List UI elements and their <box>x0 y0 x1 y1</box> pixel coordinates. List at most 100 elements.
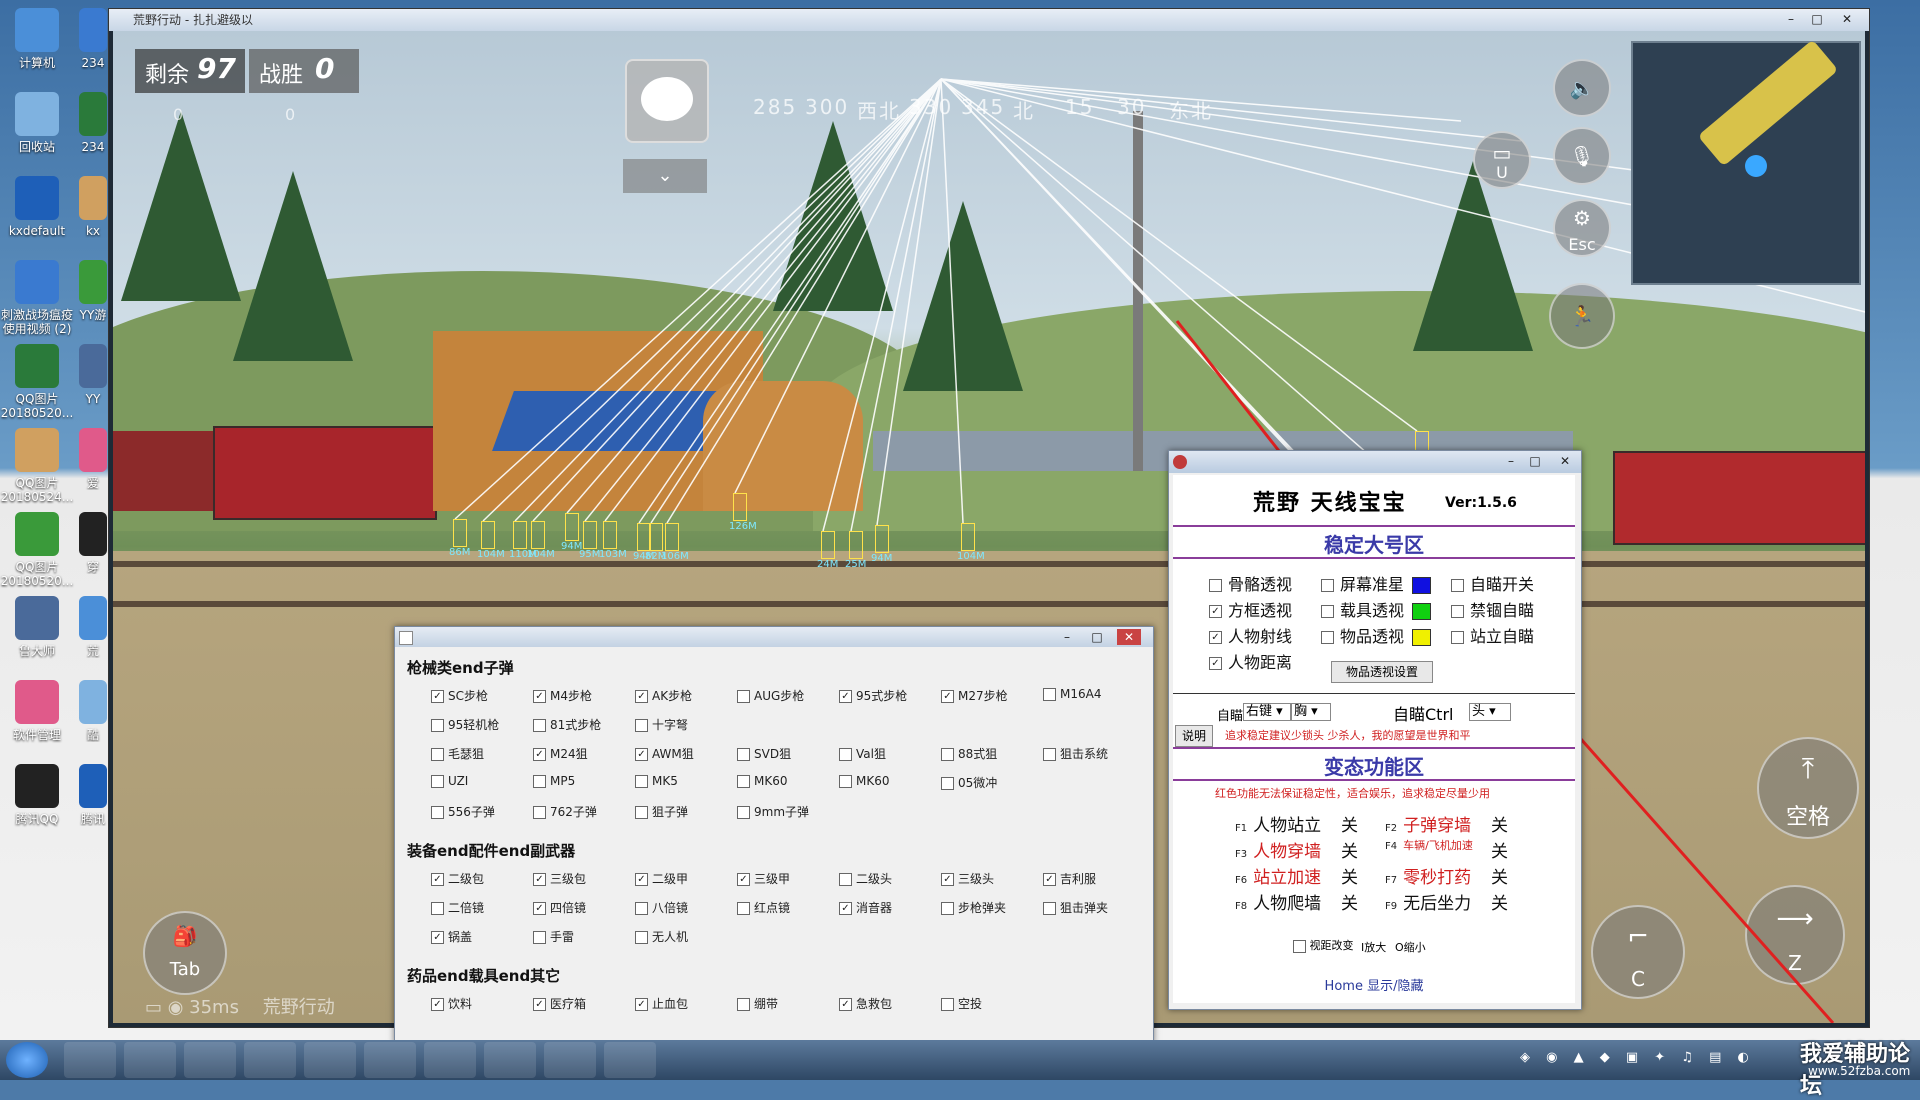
desktop-icon[interactable]: QQ图片20180520... <box>0 512 74 588</box>
item-option[interactable]: 05微冲 <box>941 774 997 791</box>
wilderness-taskbar-icon[interactable] <box>544 1042 596 1078</box>
item-option[interactable]: 步枪弹夹 <box>941 899 1006 916</box>
minimize-button[interactable]: – <box>1055 629 1079 645</box>
checkbox[interactable]: ✓ <box>941 690 954 703</box>
checkbox[interactable]: ✓ <box>839 690 852 703</box>
maximize-button[interactable]: □ <box>1805 11 1829 27</box>
desktop-icon[interactable]: 刺激战场瘟疫使用视频 (2) <box>0 260 74 336</box>
checkbox[interactable]: ✓ <box>1209 605 1222 618</box>
view-change-checkbox[interactable] <box>1293 939 1306 953</box>
checkbox[interactable] <box>635 719 648 732</box>
function-toggle-f8[interactable]: F8 人物爬墙关 <box>1235 889 1385 914</box>
item-option[interactable]: 绷带 <box>737 995 778 1012</box>
desktop-icon[interactable]: QQ图片20180520... <box>0 344 74 420</box>
checkbox[interactable]: ✓ <box>431 998 444 1011</box>
item-option[interactable]: 毛瑟狙 <box>431 745 484 762</box>
maximize-button[interactable]: □ <box>1523 453 1547 469</box>
item-option[interactable]: ✓ 四倍镜 <box>533 899 586 916</box>
item-option[interactable]: ✓ 三级头 <box>941 870 994 887</box>
item-option[interactable]: 十字弩 <box>635 716 688 733</box>
checkbox[interactable]: ✓ <box>431 690 444 703</box>
option-6[interactable]: 禁锢自瞄 <box>1451 597 1534 621</box>
checkbox[interactable]: ✓ <box>533 902 546 915</box>
desktop-icon[interactable]: 计算机 <box>0 8 74 70</box>
function-toggle-f6[interactable]: F6 站立加速关 <box>1235 863 1385 888</box>
checkbox[interactable] <box>1321 579 1334 592</box>
checkbox[interactable] <box>1321 605 1334 618</box>
checkbox[interactable]: ✓ <box>635 873 648 886</box>
checkbox[interactable] <box>839 775 852 788</box>
checkbox[interactable] <box>1043 902 1056 915</box>
checkbox[interactable] <box>533 806 546 819</box>
item-option[interactable]: 81式步枪 <box>533 716 601 733</box>
checkbox[interactable] <box>431 748 444 761</box>
explain-button[interactable]: 说明 <box>1175 725 1213 747</box>
checkbox[interactable] <box>839 748 852 761</box>
item-option[interactable]: ✓ M4步枪 <box>533 687 592 704</box>
item-option[interactable]: ✓ AK步枪 <box>635 687 692 704</box>
option-2[interactable]: 屏幕准星 <box>1321 571 1432 595</box>
option-5[interactable]: 载具透视 <box>1321 597 1432 621</box>
checkbox[interactable]: ✓ <box>839 998 852 1011</box>
item-option[interactable]: ✓ 三级包 <box>533 870 586 887</box>
item-option[interactable]: 狙子弹 <box>635 803 688 820</box>
item-option[interactable]: ✓ SC步枪 <box>431 687 488 704</box>
ie-taskbar-icon[interactable] <box>64 1042 116 1078</box>
checkbox[interactable] <box>941 998 954 1011</box>
minimize-button[interactable]: – <box>1499 453 1523 469</box>
view-change-option[interactable]: 视距改变 <box>1293 937 1354 953</box>
checkbox[interactable]: ✓ <box>941 873 954 886</box>
checkbox[interactable] <box>737 998 750 1011</box>
desktop-icon[interactable]: YY <box>78 344 108 406</box>
item-option[interactable]: ✓ 吉利服 <box>1043 870 1096 887</box>
checkbox[interactable]: ✓ <box>533 873 546 886</box>
desktop-icon[interactable]: 腾讯 <box>78 764 108 826</box>
item-option[interactable]: ✓ 医疗箱 <box>533 995 586 1012</box>
item-option[interactable]: 空投 <box>941 995 982 1012</box>
function-toggle-f4[interactable]: F4 车辆/飞机加速 关 <box>1385 837 1535 862</box>
kugou-taskbar-icon[interactable] <box>124 1042 176 1078</box>
item-option[interactable]: MP5 <box>533 774 575 788</box>
checkbox[interactable]: ✓ <box>839 902 852 915</box>
item-option[interactable]: 95轻机枪 <box>431 716 499 733</box>
item-option[interactable]: 无人机 <box>635 928 688 945</box>
checkbox[interactable] <box>635 775 648 788</box>
function-toggle-f2[interactable]: F2 子弹穿墙关 <box>1385 811 1535 836</box>
firefox-taskbar-icon[interactable] <box>184 1042 236 1078</box>
item-option[interactable]: ✓ 饮料 <box>431 995 472 1012</box>
item-option[interactable]: MK60 <box>839 774 890 788</box>
folder-taskbar-icon[interactable] <box>364 1042 416 1078</box>
item-option[interactable]: AUG步枪 <box>737 687 804 704</box>
checkbox[interactable]: ✓ <box>431 931 444 944</box>
item-option[interactable]: ✓ M27步枪 <box>941 687 1008 704</box>
item-option[interactable]: ✓ 消音器 <box>839 899 892 916</box>
checkbox[interactable] <box>941 902 954 915</box>
item-option[interactable]: ✓ 急救包 <box>839 995 892 1012</box>
checkbox[interactable]: ✓ <box>635 998 648 1011</box>
desktop-icon[interactable]: 腾讯QQ <box>0 764 74 826</box>
desktop-icon[interactable]: 酷 <box>78 680 108 742</box>
item-option[interactable]: ✓ 三级甲 <box>737 870 790 887</box>
aim-part-select[interactable]: 胸 ▾ <box>1291 703 1331 721</box>
option-7[interactable]: ✓ 人物射线 <box>1209 623 1292 647</box>
item-esp-settings-button[interactable]: 物品透视设置 <box>1331 661 1433 683</box>
checkbox[interactable] <box>533 719 546 732</box>
desktop-icon[interactable]: 爱 <box>78 428 108 490</box>
item-option[interactable]: UZI <box>431 774 468 788</box>
checkbox[interactable]: ✓ <box>635 690 648 703</box>
option-1[interactable]: 骨骼透视 <box>1209 571 1292 595</box>
checkbox[interactable] <box>635 902 648 915</box>
color-swatch[interactable] <box>1412 629 1432 646</box>
checkbox[interactable]: ✓ <box>533 690 546 703</box>
function-toggle-f9[interactable]: F9 无后坐力关 <box>1385 889 1535 914</box>
checkbox[interactable]: ✓ <box>533 998 546 1011</box>
aim-ctrl-select[interactable]: 头 ▾ <box>1469 703 1511 721</box>
close-button[interactable]: ✕ <box>1117 629 1141 645</box>
maximize-button[interactable]: □ <box>1085 629 1109 645</box>
checkbox[interactable] <box>1321 631 1334 644</box>
item-option[interactable]: MK60 <box>737 774 788 788</box>
option-8[interactable]: 物品透视 <box>1321 623 1432 647</box>
checkbox[interactable] <box>1451 579 1464 592</box>
function-toggle-f3[interactable]: F3 人物穿墙关 <box>1235 837 1385 862</box>
checkbox[interactable] <box>737 748 750 761</box>
